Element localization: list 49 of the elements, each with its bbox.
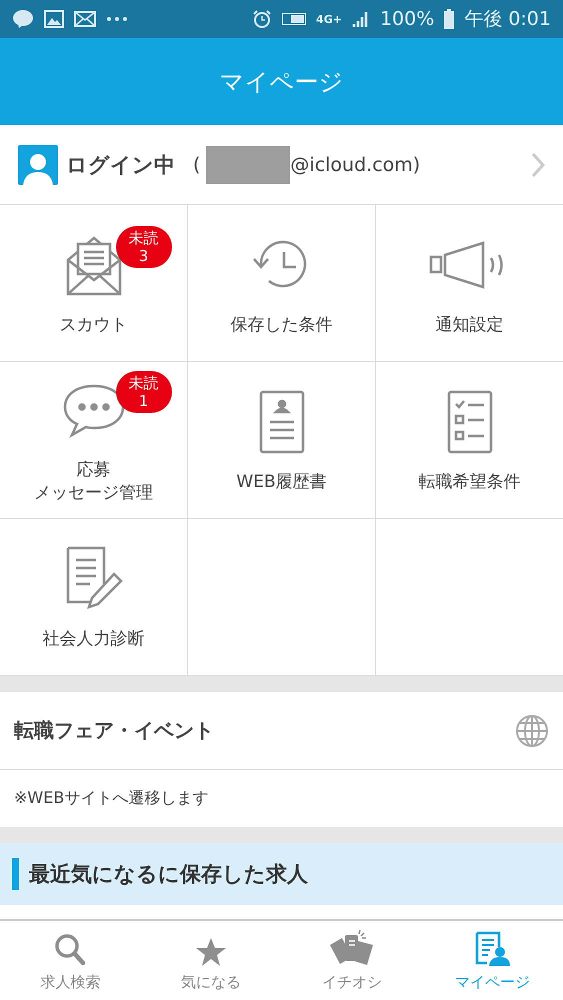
- page-title: マイページ: [220, 66, 344, 98]
- nav-tab[interactable]: 気になる: [140, 921, 282, 1000]
- menu-tile[interactable]: 未読 3 スカウト: [0, 205, 188, 362]
- mail-icon: [74, 10, 96, 28]
- battery-percent: 100%: [380, 8, 434, 30]
- cards-icon: [328, 929, 375, 967]
- chevron-right-icon: [531, 152, 545, 178]
- note-text: ※WEBサイトへ遷移します: [14, 788, 208, 809]
- network-type: 4G+: [316, 12, 342, 26]
- email-domain: @icloud.com): [290, 154, 420, 176]
- accent-bar: [12, 858, 19, 890]
- menu-label: 転職希望条件: [418, 470, 520, 494]
- menu-label: WEB履歴書: [236, 470, 327, 494]
- clock: 午後 0:01: [464, 7, 551, 32]
- unread-badge: 未読 1: [116, 371, 172, 414]
- login-status: ログイン中: [66, 152, 175, 178]
- alarm-icon: [252, 9, 272, 29]
- menu-tile[interactable]: WEB履歴書: [188, 362, 376, 519]
- menu-label: 通知設定: [436, 314, 504, 336]
- volte-icon: [282, 13, 306, 25]
- battery-icon: [444, 9, 454, 29]
- user-avatar-icon: [18, 144, 58, 184]
- login-row[interactable]: ログイン中 ( @icloud.com): [0, 125, 563, 205]
- speech-bubble-icon: [62, 382, 126, 438]
- nav-tab[interactable]: イチオシ: [282, 921, 422, 1000]
- profile-document-icon: [474, 931, 511, 967]
- email-open-paren: (: [193, 154, 200, 176]
- unread-badge: 未読 3: [116, 226, 172, 268]
- event-row[interactable]: 転職フェア・イベント: [0, 692, 563, 770]
- section-title: 最近気になるに保存した求人: [29, 861, 308, 888]
- menu-tile[interactable]: 保存した条件: [188, 205, 376, 362]
- search-icon: [54, 933, 86, 967]
- signal-icon: [352, 10, 370, 28]
- section-title: 転職フェア・イベント: [14, 717, 215, 744]
- star-icon: [195, 937, 228, 967]
- menu-label: スカウト: [60, 314, 128, 336]
- globe-icon: [515, 714, 549, 748]
- resume-document-icon: [258, 390, 306, 454]
- more-dots-icon: [106, 16, 128, 22]
- nav-tab[interactable]: 求人検索: [0, 921, 141, 1000]
- menu-label: 保存した条件: [230, 314, 332, 336]
- menu-label: 社会人力診断: [42, 628, 144, 650]
- menu-label: 応募: [76, 459, 110, 482]
- menu-tile[interactable]: 未読 1 応募 メッセージ管理: [0, 362, 188, 519]
- menu-label: メッセージ管理: [34, 482, 153, 505]
- line-app-icon: [12, 9, 34, 29]
- menu-tile[interactable]: 社会人力診断: [0, 519, 188, 676]
- image-icon: [44, 10, 64, 28]
- checklist-icon: [446, 390, 494, 454]
